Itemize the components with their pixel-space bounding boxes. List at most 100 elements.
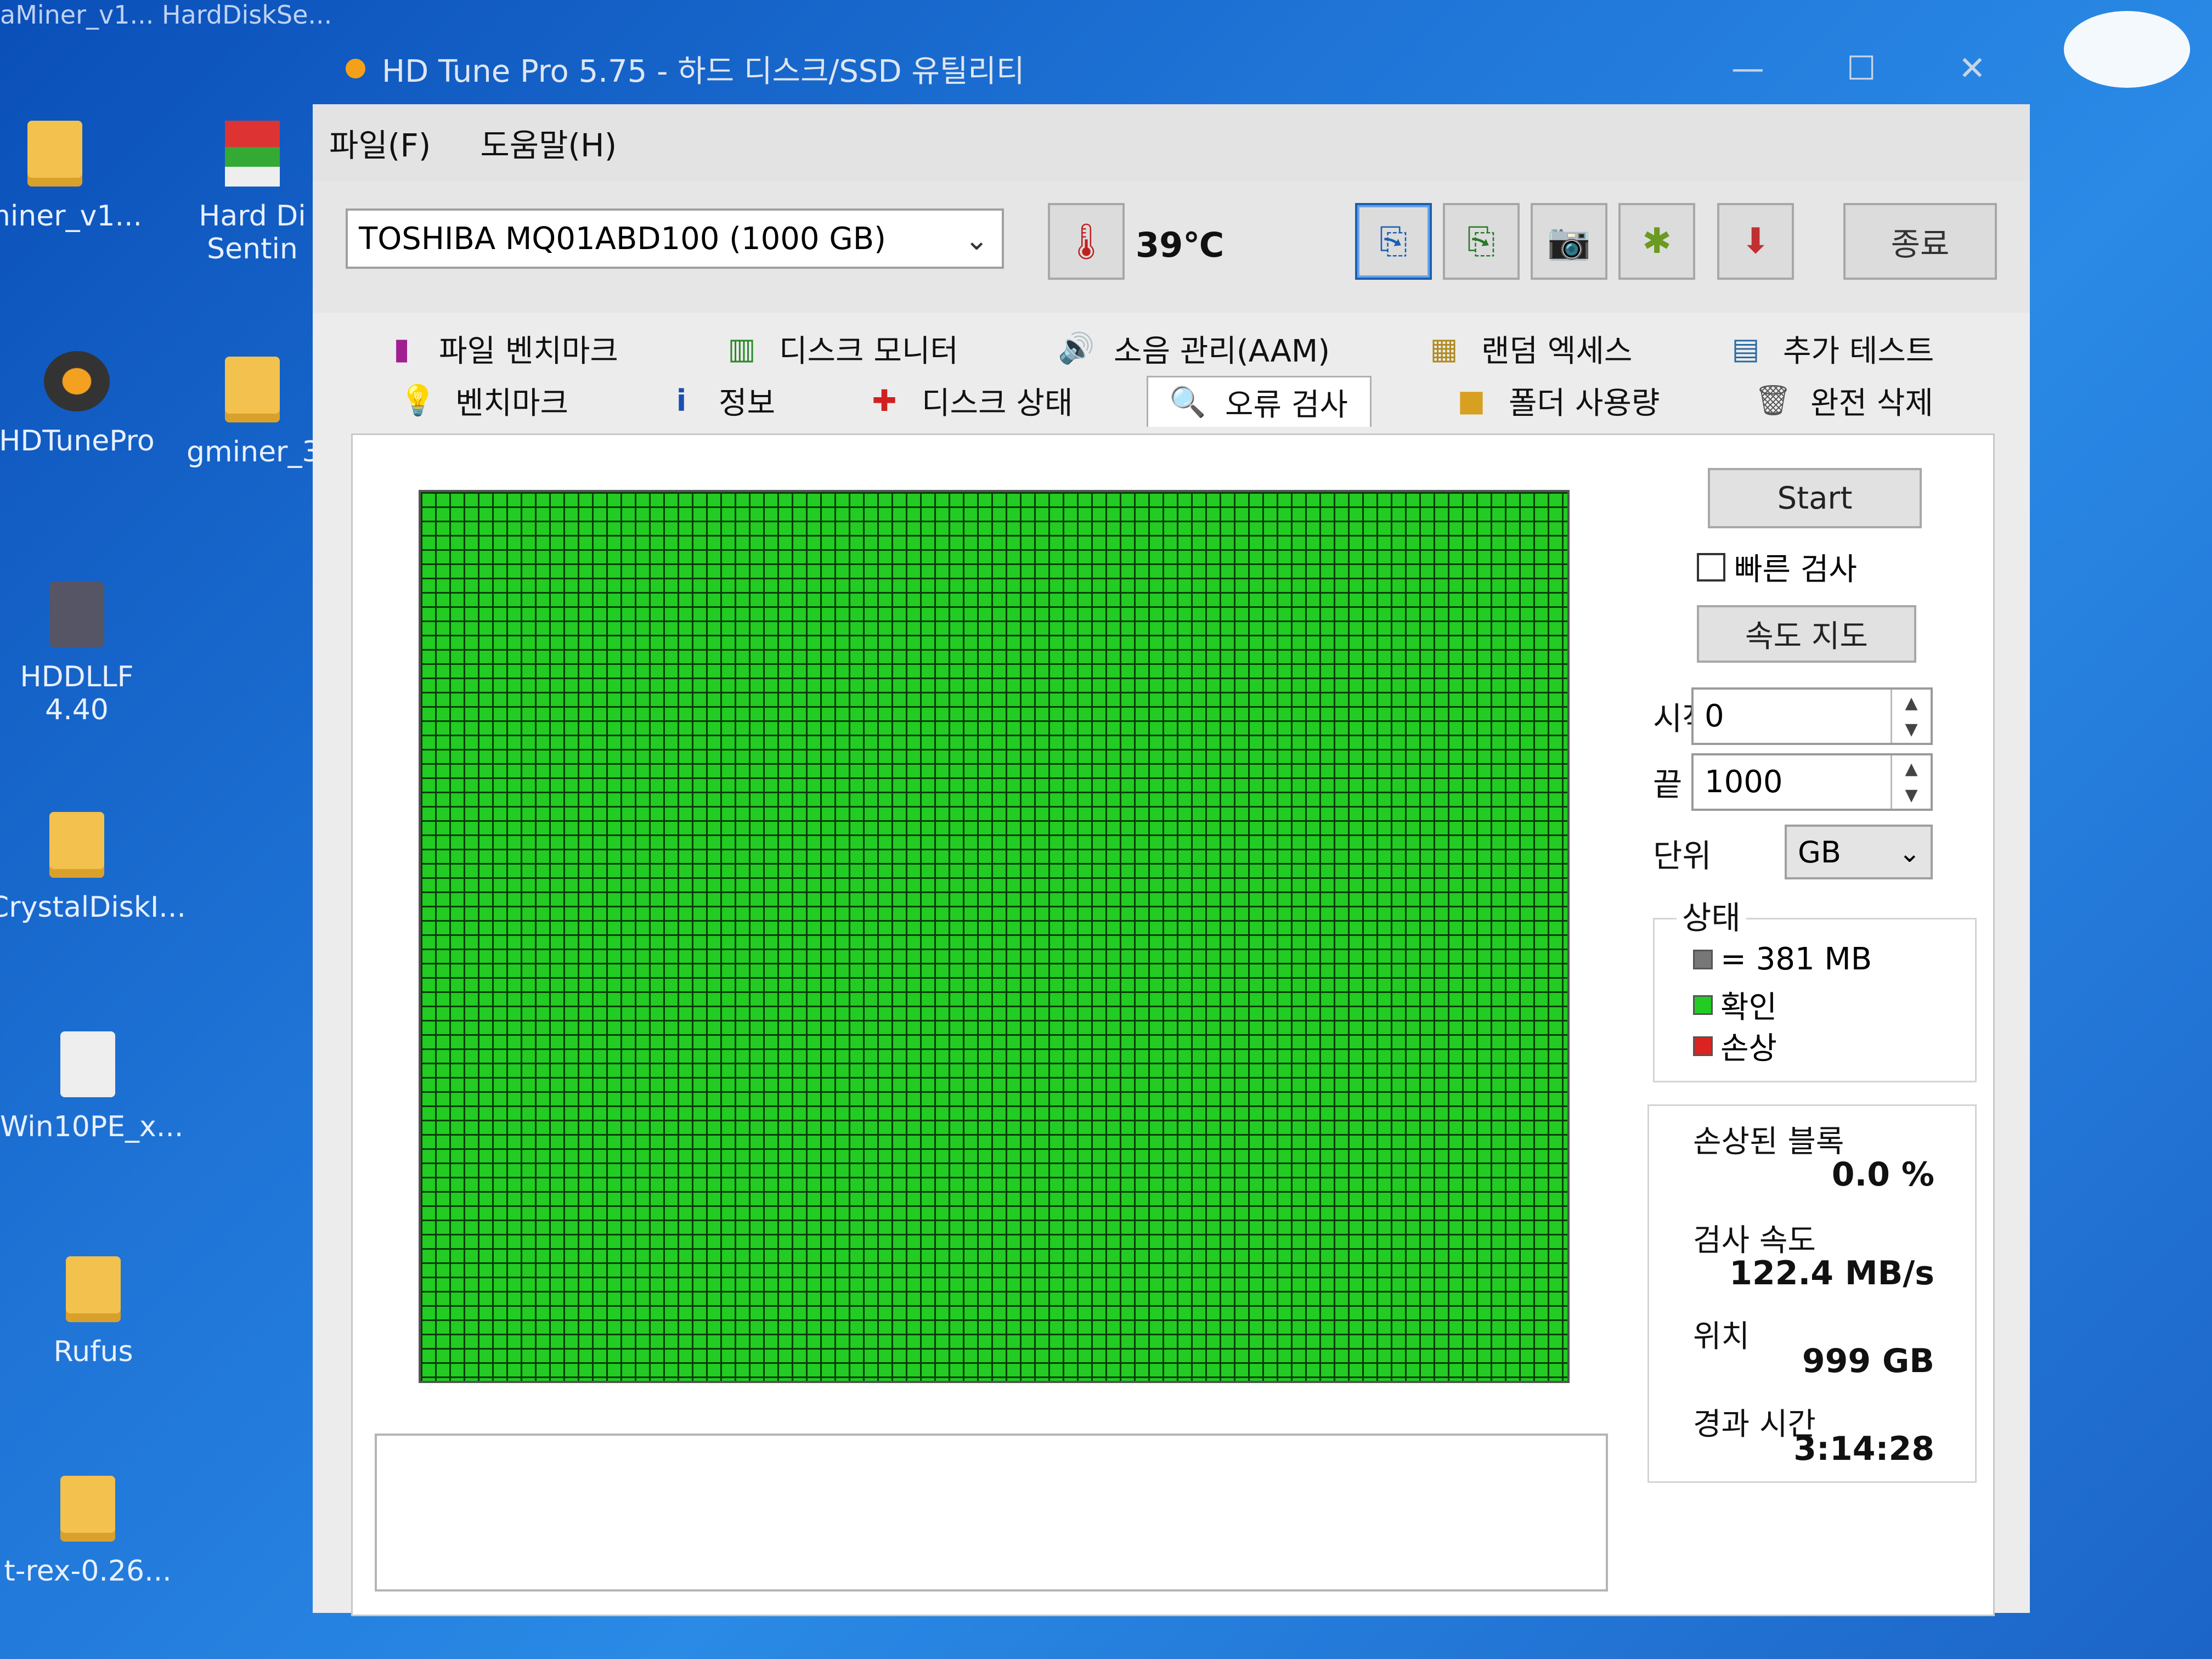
folder-icon bbox=[60, 1476, 115, 1542]
red-cross-icon: ✚ bbox=[872, 383, 897, 418]
options-button[interactable]: ✱ bbox=[1618, 203, 1695, 280]
save-button[interactable]: ⬇ bbox=[1717, 203, 1794, 280]
thermometer-button[interactable]: 🌡 bbox=[1048, 203, 1125, 280]
camera-icon: 📷 bbox=[1547, 221, 1591, 262]
desktop-icon-label: HDDLLF 4.40 bbox=[20, 661, 134, 726]
info-icon: i bbox=[676, 383, 687, 418]
desktop-icon-label: Hard Di Sentin bbox=[199, 200, 306, 266]
damaged-blocks-value: 0.0 % bbox=[1831, 1155, 1934, 1194]
green-swatch-icon bbox=[1693, 995, 1713, 1015]
screen-glare bbox=[2064, 11, 2190, 88]
bar-chart-icon: ▥ bbox=[727, 331, 756, 366]
unit-label: 단위 bbox=[1653, 837, 1712, 874]
desktop-icon-label: gminer_3 bbox=[187, 436, 320, 469]
status-group: 상태 = 381 MB 확인 손상 bbox=[1653, 892, 1977, 1082]
tab-erase[interactable]: 🗑 완전 삭제 bbox=[1754, 376, 1933, 425]
tab-disk-monitor[interactable]: ▥ 디스크 모니터 bbox=[724, 324, 958, 373]
tab-info[interactable]: i 정보 bbox=[664, 376, 775, 425]
damaged-blocks-label: 손상된 블록 bbox=[1693, 1124, 1844, 1160]
spin-down-icon[interactable]: ▼ bbox=[1905, 786, 1917, 805]
chevron-down-icon: ⌄ bbox=[964, 224, 989, 257]
desktop-icon-hdtunepro[interactable]: HDTunePro bbox=[0, 351, 165, 458]
desktop-icon-label: HDTunePro bbox=[0, 425, 155, 458]
elapsed-value: 3:14:28 bbox=[1793, 1430, 1934, 1468]
desktop-icon-label: zminer_v1... bbox=[0, 200, 143, 233]
tab-label: 랜덤 엑세스 bbox=[1481, 333, 1633, 369]
tab-label: 추가 테스트 bbox=[1783, 333, 1934, 369]
start-input-value: 0 bbox=[1705, 698, 1724, 734]
desktop-icon-label: Win10PE_x... bbox=[0, 1110, 184, 1143]
disc-icon bbox=[60, 1031, 115, 1097]
red-swatch-icon bbox=[1693, 1036, 1713, 1056]
end-label: 끝 bbox=[1653, 766, 1683, 803]
quick-scan-checkbox[interactable]: 빠른 검사 bbox=[1697, 545, 1857, 589]
desktop-icon-label: CrystalDiskI... bbox=[0, 891, 186, 924]
copy-image-icon: ⎘ bbox=[1467, 221, 1496, 262]
tab-file-benchmark[interactable]: ▮ 파일 벤치마크 bbox=[384, 324, 618, 373]
thermometer-icon: 🌡 bbox=[1064, 221, 1109, 262]
tab-extra-tests[interactable]: ▤ 추가 테스트 bbox=[1728, 324, 1934, 373]
tab-label: 완전 삭제 bbox=[1810, 385, 1933, 421]
checkbox-box[interactable] bbox=[1697, 552, 1725, 582]
speaker-icon: 🔊 bbox=[1058, 331, 1095, 365]
temperature-value: 39℃ bbox=[1136, 225, 1224, 265]
exit-button[interactable]: 종료 bbox=[1843, 203, 1997, 280]
desktop-icon-hddllf[interactable]: HDDLLF 4.40 bbox=[0, 582, 165, 726]
desktop-icon-win10pe[interactable]: Win10PE_x... bbox=[0, 1031, 184, 1143]
options-icon: ✱ bbox=[1642, 221, 1672, 262]
legend-damaged-text: 손상 bbox=[1720, 1031, 1778, 1066]
tab-aam[interactable]: 🔊 소음 관리(AAM) bbox=[1058, 324, 1330, 373]
tab-error-scan[interactable]: 🔍 오류 검사 bbox=[1147, 376, 1372, 427]
legend-block-size: = 381 MB bbox=[1693, 941, 1872, 977]
desktop-icon-rufus[interactable]: Rufus bbox=[5, 1256, 181, 1368]
position-value: 999 GB bbox=[1802, 1342, 1934, 1380]
spin-down-icon[interactable]: ▼ bbox=[1905, 720, 1917, 739]
menu-help[interactable]: 도움말(H) bbox=[480, 120, 617, 166]
scatter-icon: ▦ bbox=[1430, 331, 1458, 366]
legend-block-text: = 381 MB bbox=[1720, 941, 1872, 977]
start-input[interactable]: 0 ▲ ▼ bbox=[1691, 687, 1933, 745]
drive-select[interactable]: TOSHIBA MQ01ABD100 (1000 GB) ⌄ bbox=[346, 208, 1004, 269]
desktop-icon-zminer[interactable]: zminer_v1... bbox=[0, 121, 143, 233]
status-label: 상태 bbox=[1677, 892, 1746, 938]
spin-up-icon[interactable]: ▲ bbox=[1905, 759, 1917, 778]
tab-label: 오류 검사 bbox=[1225, 387, 1348, 423]
end-input-value: 1000 bbox=[1705, 764, 1783, 800]
folder-icon bbox=[27, 121, 82, 187]
spin-up-icon[interactable]: ▲ bbox=[1905, 693, 1917, 713]
tab-label: 정보 bbox=[719, 385, 776, 421]
end-input[interactable]: 1000 ▲ ▼ bbox=[1691, 753, 1933, 811]
speed-map-button[interactable]: 속도 지도 bbox=[1697, 605, 1916, 663]
minimize-button[interactable]: — bbox=[1731, 49, 1764, 88]
magnifier-icon: 🔍 bbox=[1169, 385, 1206, 419]
hddllf-icon bbox=[49, 582, 104, 647]
folder-icon bbox=[49, 812, 104, 878]
folder-icon bbox=[66, 1256, 121, 1322]
file-benchmark-icon: ▮ bbox=[393, 331, 410, 366]
tab-label: 벤치마크 bbox=[455, 385, 569, 421]
tab-label: 폴더 사용량 bbox=[1509, 385, 1660, 421]
scan-log[interactable] bbox=[375, 1434, 1608, 1592]
screenshot-button[interactable]: 📷 bbox=[1531, 203, 1607, 280]
desktop-icon-trex[interactable]: t-rex-0.26... bbox=[0, 1476, 176, 1588]
scan-speed-label: 검사 속도 bbox=[1693, 1223, 1816, 1259]
chevron-down-icon: ⌄ bbox=[1898, 838, 1921, 868]
desktop-icon-gminer[interactable]: gminer_3 bbox=[187, 357, 320, 469]
tab-benchmark[interactable]: 💡 벤치마크 bbox=[399, 376, 569, 425]
desktop-icon-hdsentinel[interactable]: Hard Di Sentin bbox=[181, 121, 324, 266]
copy-text-button[interactable]: ⎘ bbox=[1355, 203, 1432, 280]
copy-image-button[interactable]: ⎘ bbox=[1443, 203, 1520, 280]
unit-select[interactable]: GB ⌄ bbox=[1785, 825, 1933, 879]
tab-random-access[interactable]: ▦ 랜덤 엑세스 bbox=[1426, 324, 1632, 373]
maximize-button[interactable]: ☐ bbox=[1847, 49, 1876, 88]
tab-folder-usage[interactable]: ■ 폴더 사용량 bbox=[1454, 376, 1660, 425]
block-map bbox=[419, 490, 1570, 1383]
close-button[interactable]: ✕ bbox=[1959, 49, 1986, 88]
menu-file[interactable]: 파일(F) bbox=[329, 120, 431, 166]
desktop-icon-crystaldisk[interactable]: CrystalDiskI... bbox=[0, 812, 186, 924]
tab-health[interactable]: ✚ 디스크 상태 bbox=[867, 376, 1073, 425]
desktop-icon-label: t-rex-0.26... bbox=[4, 1555, 172, 1588]
drive-select-value: TOSHIBA MQ01ABD100 (1000 GB) bbox=[359, 221, 886, 257]
title-bar[interactable]: HD Tune Pro 5.75 - 하드 디스크/SSD 유틸리티 — ☐ ✕ bbox=[313, 33, 2030, 104]
start-button[interactable]: Start bbox=[1708, 468, 1922, 528]
